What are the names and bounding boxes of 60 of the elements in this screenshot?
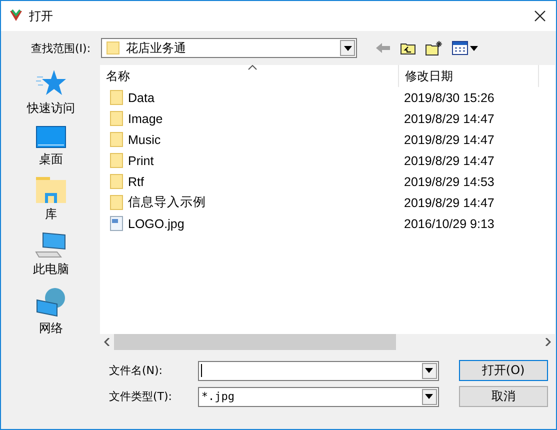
folder-icon [110,132,123,147]
file-name: LOGO.jpg [128,216,184,230]
file-name: Music [128,132,161,146]
folder-icon [106,41,120,55]
modified-date: 2016/10/29 9:13 [404,216,494,230]
scrollbar-thumb[interactable] [114,334,396,350]
file-row[interactable]: LOGO.jpg 2016/10/29 9:13 [100,213,555,234]
file-name: Print [128,154,154,168]
file-name: Rtf [128,174,144,188]
look-in-dropdown[interactable]: 花店业务通 [101,38,357,58]
library-folder-icon [36,177,66,203]
places-item[interactable]: 此电脑 [33,232,69,278]
file-row[interactable]: Data 2019/8/30 15:26 [100,87,555,108]
folder-icon [110,153,123,168]
scroll-left-icon[interactable] [104,338,110,346]
scroll-right-icon[interactable] [545,338,551,346]
horizontal-scrollbar[interactable] [100,334,555,350]
new-folder-icon[interactable] [425,40,443,56]
file-name-field[interactable] [198,360,439,380]
places-item[interactable]: 网络 [35,287,67,337]
modified-date: 2019/8/29 14:47 [404,196,494,210]
column-header[interactable]: 名称 [100,68,398,84]
up-folder-icon[interactable] [400,41,416,55]
file-row[interactable]: 信息导入示例 2019/8/29 14:47 [100,192,555,213]
modified-date: 2019/8/29 14:47 [404,132,494,146]
file-name-label: 文件名(N): [109,363,164,378]
places-item[interactable]: 桌面 [36,126,66,168]
look-in-label: 查找范围(I): [31,40,92,56]
folder-icon [110,174,123,189]
file-row[interactable]: Image 2019/8/29 14:47 [100,108,555,129]
app-icon [9,9,23,23]
file-row[interactable]: Rtf 2019/8/29 14:53 [100,171,555,192]
file-name: 信息导入示例 [128,194,206,211]
places-item[interactable]: 库 [36,177,66,223]
file-type-label: 文件类型(T): [109,389,174,404]
star-icon [36,69,66,97]
folder-icon [110,195,123,210]
file-name: Image [128,112,163,126]
sort-caret-icon [248,65,257,70]
folder-icon [110,90,123,105]
modified-date: 2019/8/29 14:53 [404,174,494,188]
modified-date: 2019/8/30 15:26 [404,90,494,104]
places-item[interactable]: 快速访问 [27,69,75,117]
modified-date: 2019/8/29 14:47 [404,154,494,168]
file-row[interactable]: Print 2019/8/29 14:47 [100,150,555,171]
column-header[interactable]: 修改日期 [398,65,538,87]
cancel-button[interactable]: 取消 [458,386,548,407]
file-name: Data [128,90,154,104]
window-title: 打开 [29,8,53,24]
file-row[interactable]: Music 2019/8/29 14:47 [100,129,555,150]
computer-icon [35,232,67,258]
folder-icon [110,111,123,126]
image-file-icon [110,216,123,231]
close-icon[interactable] [534,10,546,22]
open-button[interactable]: 打开(O) [458,360,548,381]
file-type-dropdown[interactable]: *.jpg [198,386,439,406]
view-menu-icon[interactable] [452,41,478,55]
monitor-icon [36,126,66,148]
modified-date: 2019/8/29 14:47 [404,112,494,126]
network-icon [35,287,67,317]
